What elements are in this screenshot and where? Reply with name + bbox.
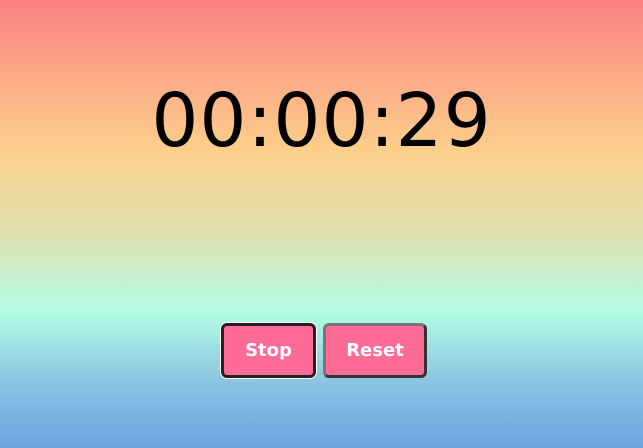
reset-button[interactable]: Reset (323, 323, 427, 378)
stop-button[interactable]: Stop (221, 323, 316, 378)
timer-display: 00:00:29 (151, 78, 492, 164)
